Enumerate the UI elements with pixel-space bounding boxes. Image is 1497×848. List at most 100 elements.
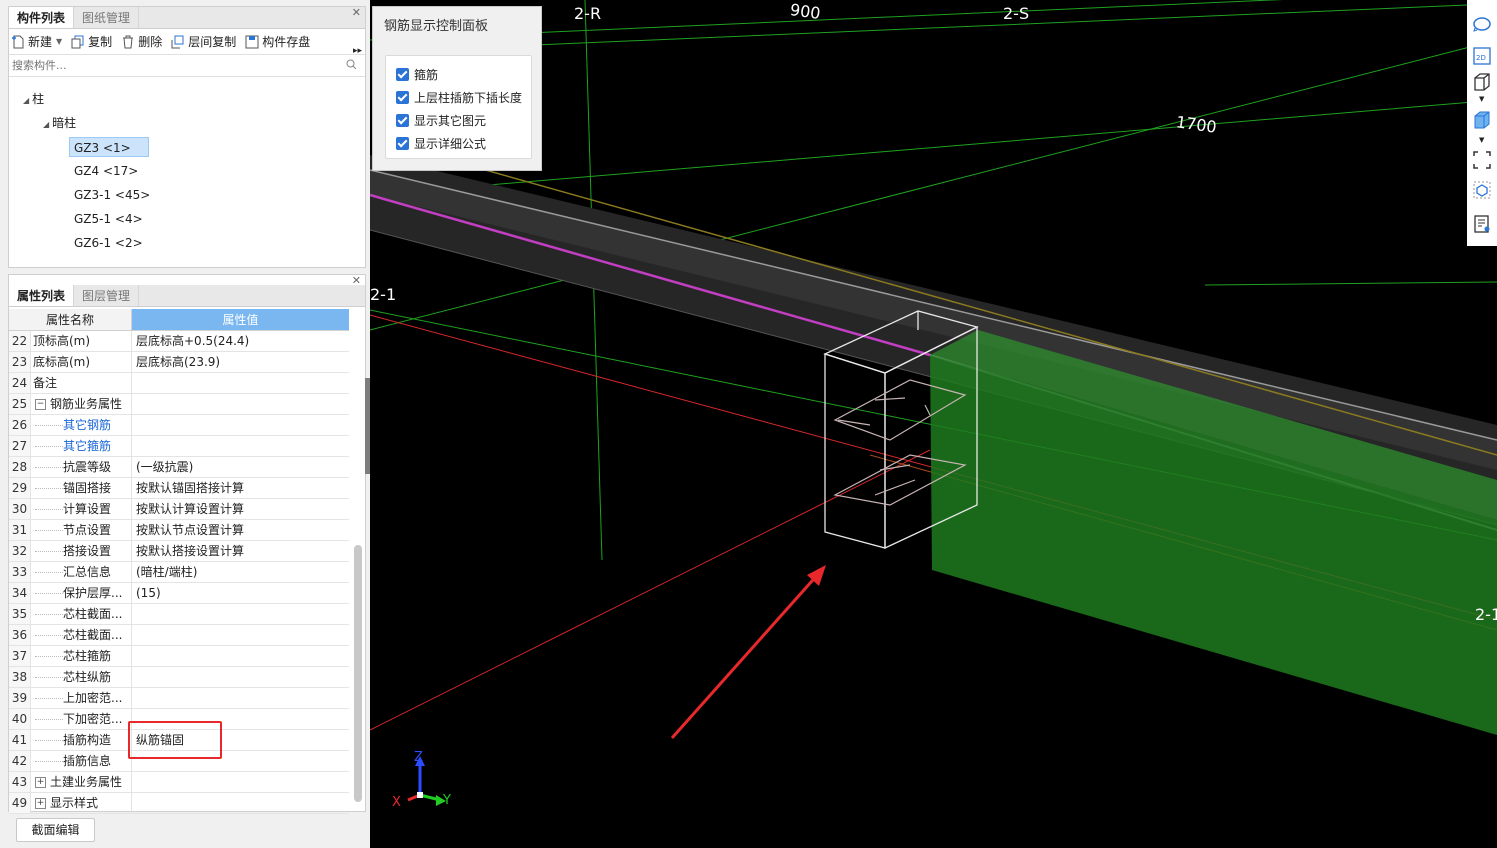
save-icon: [245, 35, 259, 48]
property-row[interactable]: 39 上加密范...: [9, 688, 349, 709]
collapse-icon[interactable]: −: [35, 399, 46, 410]
3d-box-icon[interactable]: [1472, 72, 1492, 92]
tree-node-column[interactable]: ◢ 柱: [23, 89, 44, 109]
axis-z-label: Z: [414, 750, 423, 765]
orbit-icon[interactable]: [1472, 14, 1492, 34]
tree-item-gz6-1[interactable]: GZ6-1 <2>: [74, 233, 143, 253]
property-value-cell[interactable]: [132, 688, 349, 708]
property-value-cell[interactable]: [132, 604, 349, 624]
option-show-formula[interactable]: 显示详细公式: [396, 135, 486, 152]
save-component-button[interactable]: 构件存盘: [245, 33, 310, 50]
chevron-down-icon[interactable]: ▼: [1479, 136, 1484, 144]
option-upper-dowel-length[interactable]: 上层柱插筋下插长度: [396, 89, 522, 106]
vertical-scrollbar[interactable]: [354, 545, 362, 802]
property-row[interactable]: 26 其它钢筋: [9, 415, 349, 436]
property-row[interactable]: 27 其它箍筋: [9, 436, 349, 457]
checkbox-checked-icon[interactable]: [396, 114, 409, 127]
tree-node-label: 暗柱: [52, 116, 77, 130]
tree-indent-line: [35, 656, 63, 657]
property-row[interactable]: 36 芯柱截面...: [9, 625, 349, 646]
component-view-icon[interactable]: [1472, 180, 1492, 200]
axis-label-2-1-left: 2-1: [370, 285, 397, 304]
search-input[interactable]: [9, 55, 329, 75]
property-row[interactable]: 31 节点设置 按默认节点设置计算: [9, 520, 349, 541]
tree-item-gz3[interactable]: GZ3 <1>: [69, 137, 149, 157]
property-row[interactable]: 29 锚固搭接 按默认锚固搭接计算: [9, 478, 349, 499]
chevron-down-icon[interactable]: ▼: [56, 37, 62, 46]
option-label: 显示详细公式: [414, 137, 487, 151]
3d-viewport[interactable]: 2-R 2-S 2-1 2-1 900 1700 Z X Y 钢筋显示控制面板 …: [370, 0, 1497, 848]
tree-item-gz4[interactable]: GZ4 <17>: [74, 161, 138, 181]
copy-button[interactable]: 复制: [71, 33, 112, 50]
property-value-cell[interactable]: 层底标高(23.9): [132, 352, 349, 372]
chevron-down-icon[interactable]: ▼: [1479, 95, 1484, 103]
property-value-cell[interactable]: [132, 772, 349, 792]
property-value-cell[interactable]: 按默认锚固搭接计算: [132, 478, 349, 498]
property-row[interactable]: 49 + 显示样式: [9, 793, 349, 814]
property-value-cell[interactable]: 层底标高+0.5(24.4): [132, 331, 349, 351]
property-value-cell[interactable]: (一级抗震): [132, 457, 349, 477]
checkbox-checked-icon[interactable]: [396, 68, 409, 81]
option-show-other-elements[interactable]: 显示其它图元: [396, 112, 486, 129]
property-value-cell[interactable]: 按默认计算设置计算: [132, 499, 349, 519]
property-row[interactable]: 32 搭接设置 按默认搭接设置计算: [9, 541, 349, 562]
trash-icon: [123, 35, 134, 48]
checkbox-checked-icon[interactable]: [396, 91, 409, 104]
property-value-cell[interactable]: [132, 436, 349, 456]
report-icon[interactable]: [1472, 214, 1492, 234]
delete-button[interactable]: 删除: [121, 33, 162, 50]
new-label: 新建: [28, 35, 53, 49]
tab-component-list[interactable]: 构件列表: [9, 7, 75, 28]
tree-node-hidden-column[interactable]: ◢ 暗柱: [43, 113, 76, 133]
property-row[interactable]: 24 备注: [9, 373, 349, 394]
tree-item-gz5-1[interactable]: GZ5-1 <4>: [74, 209, 143, 229]
tree-item-gz3-1[interactable]: GZ3-1 <45>: [74, 185, 150, 205]
tab-layer-management[interactable]: 图层管理: [74, 285, 140, 306]
property-value-cell[interactable]: [132, 415, 349, 435]
property-value-cell[interactable]: 按默认节点设置计算: [132, 520, 349, 540]
close-icon[interactable]: ✕: [352, 275, 361, 287]
property-name-label: 底标高(m): [33, 355, 91, 369]
property-value-cell[interactable]: 按默认搭接设置计算: [132, 541, 349, 561]
new-button[interactable]: 新建 ▼: [11, 33, 62, 50]
property-value-cell[interactable]: [132, 625, 349, 645]
property-row[interactable]: 37 芯柱箍筋: [9, 646, 349, 667]
property-row[interactable]: 33 汇总信息 (暗柱/端柱): [9, 562, 349, 583]
property-value-cell[interactable]: [132, 373, 349, 393]
checkbox-checked-icon[interactable]: [396, 137, 409, 150]
collapse-triangle-icon[interactable]: ◢: [43, 120, 49, 129]
close-icon[interactable]: ✕: [352, 7, 361, 19]
dimension-900: 900: [788, 0, 822, 24]
property-value-cell[interactable]: (15): [132, 583, 349, 603]
property-value-cell[interactable]: [132, 646, 349, 666]
property-row[interactable]: 28 抗震等级 (一级抗震): [9, 457, 349, 478]
floor-copy-button[interactable]: 层间复制: [171, 33, 236, 50]
property-row[interactable]: 22 顶标高(m) 层底标高+0.5(24.4): [9, 331, 349, 352]
property-name-cell: 插筋构造: [31, 730, 132, 750]
solid-box-icon[interactable]: [1472, 110, 1492, 130]
property-row[interactable]: 23 底标高(m) 层底标高(23.9): [9, 352, 349, 373]
property-row[interactable]: 25− 钢筋业务属性: [9, 394, 349, 415]
section-edit-button[interactable]: 截面编辑: [16, 818, 95, 842]
property-name-label: 汇总信息: [63, 565, 112, 579]
fullscreen-icon[interactable]: [1472, 150, 1492, 170]
property-row[interactable]: 35 芯柱截面...: [9, 604, 349, 625]
property-row[interactable]: 43 + 土建业务属性: [9, 772, 349, 793]
property-value-cell[interactable]: (暗柱/端柱): [132, 562, 349, 582]
tab-drawing-management[interactable]: 图纸管理: [74, 7, 140, 28]
property-row[interactable]: 38 芯柱纵筋: [9, 667, 349, 688]
property-row[interactable]: 34 保护层厚... (15): [9, 583, 349, 604]
collapse-triangle-icon[interactable]: ◢: [23, 96, 29, 105]
copy-label: 复制: [88, 35, 113, 49]
expand-icon[interactable]: +: [35, 777, 46, 788]
control-panel-title: 钢筋显示控制面板: [384, 19, 489, 34]
tab-property-list[interactable]: 属性列表: [9, 285, 75, 306]
property-row[interactable]: 30 计算设置 按默认计算设置计算: [9, 499, 349, 520]
property-value-cell[interactable]: [132, 394, 349, 414]
property-value-cell[interactable]: [132, 793, 349, 813]
expand-icon[interactable]: +: [35, 798, 46, 809]
2d-icon[interactable]: 2D: [1472, 46, 1492, 66]
property-value-cell[interactable]: [132, 667, 349, 687]
option-stirrup[interactable]: 箍筋: [396, 66, 438, 83]
search-icon[interactable]: [346, 59, 357, 70]
